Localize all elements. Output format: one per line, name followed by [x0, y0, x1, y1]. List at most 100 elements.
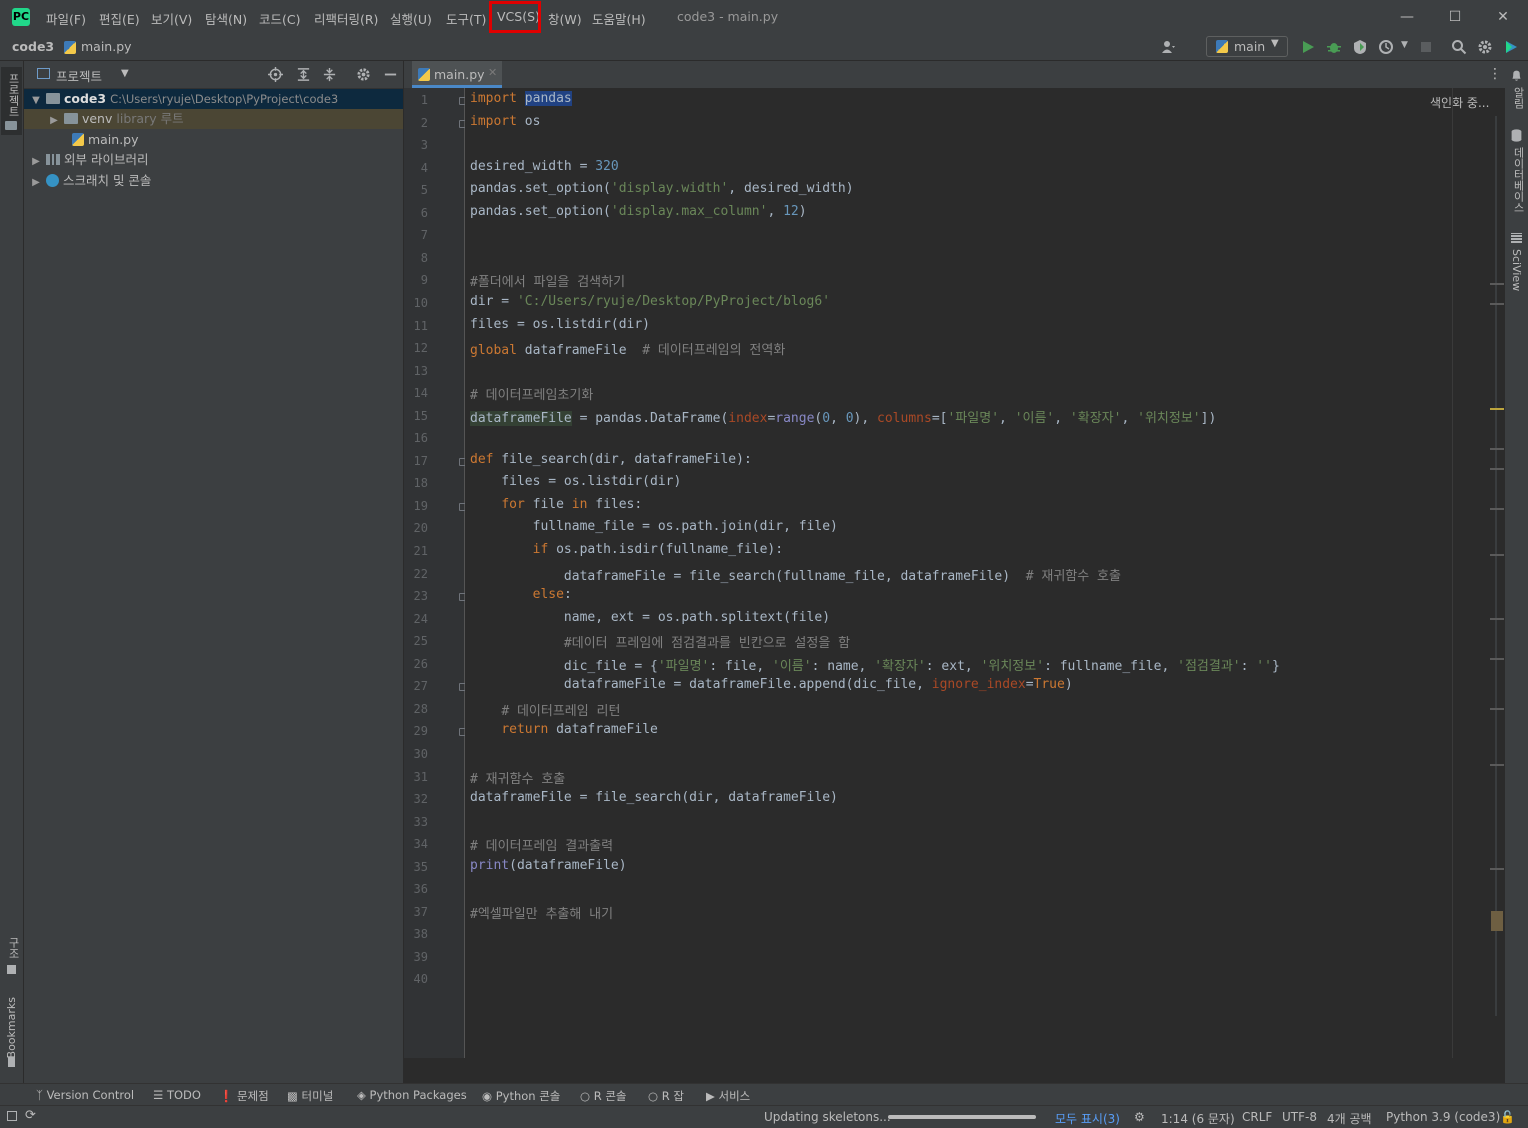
code-line[interactable]: # 재귀함수 호출	[470, 768, 565, 787]
hector-inspection-icon[interactable]: ⚙	[1134, 1110, 1145, 1124]
background-task-label[interactable]: Updating skeletons...	[764, 1110, 891, 1124]
editor-scrollbar[interactable]	[1490, 96, 1505, 1016]
tool-todo[interactable]: ☰ TODO	[153, 1088, 201, 1102]
chevron-right-icon[interactable]: ▶	[30, 152, 42, 172]
tree-item-root[interactable]: ▼ code3 C:\Users\ryuje\Desktop\PyProject…	[24, 89, 403, 109]
tool-terminal[interactable]: ▩ 터미널	[287, 1088, 333, 1104]
collapse-all-icon[interactable]	[322, 67, 337, 82]
code-line[interactable]: #데이터 프레임에 점검결과를 빈칸으로 설정을 함	[470, 632, 850, 651]
project-panel-title[interactable]: 프로젝트	[56, 66, 102, 85]
user-icon[interactable]	[1160, 39, 1176, 55]
breadcrumb-file[interactable]: main.py	[81, 39, 132, 54]
indent-setting[interactable]: 4개 공백	[1327, 1110, 1372, 1127]
menu-edit[interactable]: 편집(E)	[99, 9, 140, 28]
project-stripe-button[interactable]: 프로젝트	[1, 67, 22, 135]
code-line[interactable]: dir = 'C:/Users/ryuje/Desktop/PyProject/…	[470, 294, 830, 309]
notification-bell-icon[interactable]	[1510, 69, 1523, 82]
tree-item-external-libraries[interactable]: ▶ 외부 라이브러리	[24, 150, 403, 170]
sciview-stripe-label[interactable]: SciView	[1510, 249, 1523, 291]
code-line[interactable]: import pandas	[470, 91, 572, 106]
code-line[interactable]: return dataframeFile	[470, 722, 658, 737]
code-line[interactable]: dataframeFile = file_search(fullname_fil…	[470, 565, 1121, 584]
tool-r-jobs[interactable]: ○ R 잡	[648, 1088, 684, 1104]
tool-r-console[interactable]: ○ R 콘솔	[580, 1088, 627, 1104]
code-line[interactable]: def file_search(dir, dataframeFile):	[470, 452, 752, 467]
tool-services[interactable]: ▶ 서비스	[706, 1088, 750, 1104]
hide-panel-icon[interactable]	[383, 67, 398, 82]
code-line[interactable]: else:	[470, 587, 572, 602]
breadcrumb-project[interactable]: code3	[12, 39, 54, 54]
file-encoding[interactable]: UTF-8	[1282, 1110, 1317, 1124]
tree-item-main-py[interactable]: main.py	[24, 130, 403, 150]
database-icon[interactable]	[1510, 129, 1523, 142]
python-interpreter[interactable]: Python 3.9 (code3)	[1386, 1110, 1500, 1124]
bookmarks-stripe-button[interactable]: Bookmarks	[1, 993, 22, 1069]
code-line[interactable]: pandas.set_option('display.width', desir…	[470, 181, 854, 196]
structure-stripe-button[interactable]: 구조	[1, 933, 22, 979]
code-line[interactable]: dataframeFile = dataframeFile.append(dic…	[470, 677, 1073, 692]
chevron-right-icon[interactable]: ▶	[30, 173, 42, 193]
menu-file[interactable]: 파일(F)	[46, 9, 86, 28]
code-line[interactable]: name, ext = os.path.splitext(file)	[470, 610, 830, 625]
profile-icon[interactable]	[1378, 39, 1394, 55]
code-line[interactable]: import os	[470, 114, 540, 129]
code-line[interactable]: pandas.set_option('display.max_column', …	[470, 204, 807, 219]
gear-icon[interactable]	[356, 67, 371, 82]
tool-python-console[interactable]: ◉ Python 콘솔	[482, 1088, 560, 1104]
code-line[interactable]: files = os.listdir(dir)	[470, 474, 681, 489]
code-line[interactable]: fullname_file = os.path.join(dir, file)	[470, 519, 838, 534]
code-line[interactable]: dataframeFile = pandas.DataFrame(index=r…	[470, 407, 1216, 426]
menu-tools[interactable]: 도구(T)	[446, 9, 486, 28]
chevron-right-icon[interactable]: ▶	[48, 111, 60, 131]
caret-position[interactable]: 1:14 (6 문자)	[1161, 1110, 1235, 1127]
database-stripe-label[interactable]: 데이터베이스	[1510, 147, 1526, 213]
code-line[interactable]: global dataframeFile # 데이터프레임의 전역화	[470, 339, 785, 358]
toggle-tool-windows-icon[interactable]	[7, 1111, 17, 1121]
code-line[interactable]: if os.path.isdir(fullname_file):	[470, 542, 783, 557]
search-icon[interactable]	[1451, 39, 1467, 55]
stop-icon[interactable]	[1418, 39, 1434, 55]
close-icon[interactable]: ✕	[1488, 6, 1518, 28]
tool-python-packages[interactable]: ◈ Python Packages	[357, 1088, 467, 1102]
minimize-icon[interactable]: —	[1392, 6, 1422, 28]
menu-view[interactable]: 보기(V)	[151, 9, 192, 28]
code-line[interactable]: dataframeFile = file_search(dir, datafra…	[470, 790, 838, 805]
tree-item-venv[interactable]: ▶ venv library 루트	[24, 109, 403, 129]
debug-icon[interactable]	[1326, 39, 1342, 55]
run-icon[interactable]	[1300, 39, 1316, 55]
code-line[interactable]: # 데이터프레임 리턴	[470, 700, 620, 719]
chevron-down-icon[interactable]: ▼	[121, 68, 129, 79]
code-line[interactable]: # 데이터프레임 결과출력	[470, 835, 613, 854]
locate-file-icon[interactable]	[268, 67, 283, 82]
menu-run[interactable]: 실행(U)	[390, 9, 432, 28]
menu-code[interactable]: 코드(C)	[259, 9, 300, 28]
tab-close-icon[interactable]: ✕	[488, 66, 497, 79]
more-run-chevron-icon[interactable]: ▼	[1401, 40, 1408, 50]
tree-item-scratches[interactable]: ▶ 스크래치 및 콘솔	[24, 171, 403, 191]
line-separator[interactable]: CRLF	[1242, 1110, 1272, 1124]
menu-navigate[interactable]: 탐색(N)	[205, 9, 247, 28]
jetbrains-ai-icon[interactable]	[1503, 39, 1519, 55]
lock-icon[interactable]: 🔓	[1500, 1110, 1515, 1124]
coverage-icon[interactable]	[1352, 39, 1368, 55]
menu-window[interactable]: 창(W)	[548, 9, 582, 28]
code-line[interactable]: print(dataframeFile)	[470, 858, 627, 873]
code-line[interactable]: desired_width = 320	[470, 159, 619, 174]
code-line[interactable]: files = os.listdir(dir)	[470, 317, 650, 332]
sciview-icon[interactable]	[1511, 233, 1522, 243]
tool-version-control[interactable]: ᛉ Version Control	[36, 1088, 134, 1102]
tab-main-py[interactable]: main.py ✕	[412, 61, 502, 88]
expand-all-icon[interactable]	[296, 67, 311, 82]
menu-help[interactable]: 도움말(H)	[592, 9, 646, 28]
branch-selector[interactable]: main ▼	[1206, 36, 1288, 57]
menu-refactor[interactable]: 리팩터링(R)	[314, 9, 378, 28]
code-line[interactable]: #엑셀파일만 추출해 내기	[470, 903, 613, 922]
code-line[interactable]: dic_file = {'파일명': file, '이름': name, '확장…	[470, 655, 1280, 674]
notifications-stripe-label[interactable]: 알림	[1510, 87, 1526, 109]
tool-problems[interactable]: ❗ 문제점	[219, 1088, 269, 1104]
code-editor[interactable]: import pandas import os desired_width = 32…	[465, 88, 1505, 1058]
maximize-icon[interactable]: ☐	[1440, 6, 1470, 28]
code-line[interactable]: # 데이터프레임초기화	[470, 384, 593, 403]
code-line[interactable]: for file in files:	[470, 497, 642, 512]
chevron-down-icon[interactable]: ▼	[30, 91, 42, 111]
